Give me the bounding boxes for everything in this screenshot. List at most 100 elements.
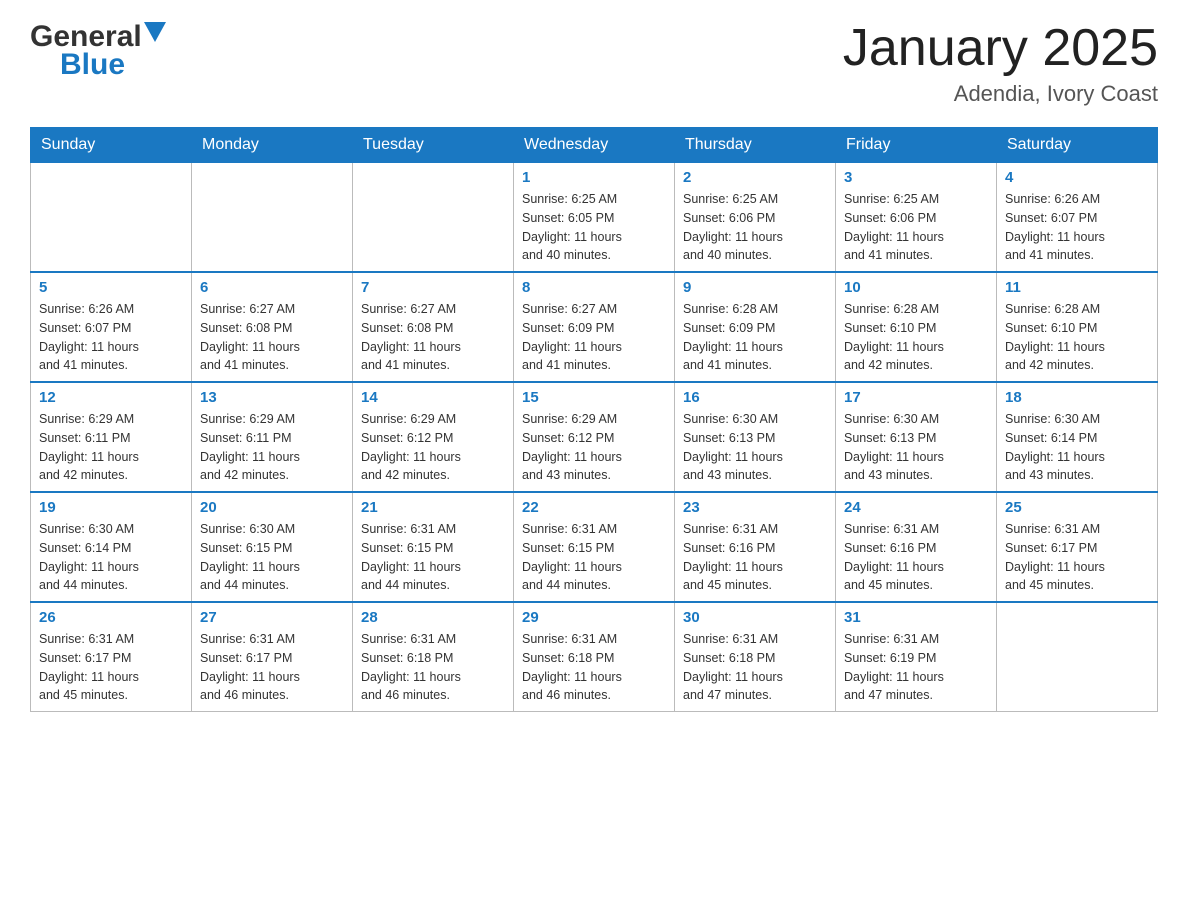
day-info: Sunrise: 6:31 AMSunset: 6:16 PMDaylight:… [683,520,827,595]
day-number: 1 [522,169,666,186]
day-info: Sunrise: 6:31 AMSunset: 6:18 PMDaylight:… [361,630,505,705]
day-number: 28 [361,609,505,626]
day-info: Sunrise: 6:27 AMSunset: 6:08 PMDaylight:… [200,300,344,375]
calendar-cell: 25Sunrise: 6:31 AMSunset: 6:17 PMDayligh… [997,492,1158,602]
calendar-cell: 15 Sunrise: 6:29 AMSunset: 6:12 PMDayligh… [514,382,675,492]
day-number: 31 [844,609,988,626]
day-number: 16 [683,389,827,406]
calendar-week-row: 1 Sunrise: 6:25 AMSunset: 6:05 PMDaylight… [31,163,1158,273]
day-info: Sunrise: 6:30 AMSunset: 6:14 PMDaylight:… [1005,410,1149,485]
calendar-cell: 28 Sunrise: 6:31 AMSunset: 6:18 PMDayligh… [353,602,514,712]
day-number: 30 [683,609,827,626]
calendar-cell: 22Sunrise: 6:31 AMSunset: 6:15 PMDayligh… [514,492,675,602]
day-number: 17 [844,389,988,406]
calendar-cell: 13 Sunrise: 6:29 AMSunset: 6:11 PMDayligh… [192,382,353,492]
day-info: Sunrise: 6:31 AMSunset: 6:18 PMDaylight:… [683,630,827,705]
day-number: 10 [844,279,988,296]
day-number: 24 [844,499,988,516]
day-info: Sunrise: 6:29 AMSunset: 6:12 PMDaylight:… [361,410,505,485]
day-info: Sunrise: 6:29 AMSunset: 6:11 PMDaylight:… [200,410,344,485]
day-number: 14 [361,389,505,406]
calendar-cell: 5 Sunrise: 6:26 AMSunset: 6:07 PMDaylight… [31,272,192,382]
title-block: January 2025 Adendia, Ivory Coast [843,20,1158,107]
day-number: 15 [522,389,666,406]
day-info: Sunrise: 6:25 AMSunset: 6:05 PMDaylight:… [522,190,666,265]
day-number: 13 [200,389,344,406]
day-number: 19 [39,499,183,516]
calendar-week-row: 19 Sunrise: 6:30 AMSunset: 6:14 PMDayligh… [31,492,1158,602]
calendar-cell: 29Sunrise: 6:31 AMSunset: 6:18 PMDayligh… [514,602,675,712]
day-info: Sunrise: 6:30 AMSunset: 6:15 PMDaylight:… [200,520,344,595]
day-number: 9 [683,279,827,296]
calendar-cell: 18Sunrise: 6:30 AMSunset: 6:14 PMDayligh… [997,382,1158,492]
header-tuesday: Tuesday [353,128,514,163]
calendar-cell: 20 Sunrise: 6:30 AMSunset: 6:15 PMDayligh… [192,492,353,602]
calendar-table: SundayMondayTuesdayWednesdayThursdayFrid… [30,127,1158,712]
calendar-cell: 31 Sunrise: 6:31 AMSunset: 6:19 PMDayligh… [836,602,997,712]
calendar-week-row: 12 Sunrise: 6:29 AMSunset: 6:11 PMDayligh… [31,382,1158,492]
calendar-cell [31,163,192,273]
calendar-cell: 17Sunrise: 6:30 AMSunset: 6:13 PMDayligh… [836,382,997,492]
logo-blue: Blue [60,48,125,82]
day-info: Sunrise: 6:31 AMSunset: 6:16 PMDaylight:… [844,520,988,595]
day-number: 20 [200,499,344,516]
calendar-header-row: SundayMondayTuesdayWednesdayThursdayFrid… [31,128,1158,163]
day-info: Sunrise: 6:31 AMSunset: 6:15 PMDaylight:… [522,520,666,595]
calendar-cell: 1 Sunrise: 6:25 AMSunset: 6:05 PMDaylight… [514,163,675,273]
day-info: Sunrise: 6:28 AMSunset: 6:10 PMDaylight:… [1005,300,1149,375]
calendar-cell: 14 Sunrise: 6:29 AMSunset: 6:12 PMDayligh… [353,382,514,492]
calendar-week-row: 5 Sunrise: 6:26 AMSunset: 6:07 PMDaylight… [31,272,1158,382]
calendar-cell: 23 Sunrise: 6:31 AMSunset: 6:16 PMDayligh… [675,492,836,602]
day-info: Sunrise: 6:30 AMSunset: 6:13 PMDaylight:… [683,410,827,485]
calendar-cell: 16 Sunrise: 6:30 AMSunset: 6:13 PMDayligh… [675,382,836,492]
day-info: Sunrise: 6:27 AMSunset: 6:08 PMDaylight:… [361,300,505,375]
calendar-cell: 30 Sunrise: 6:31 AMSunset: 6:18 PMDayligh… [675,602,836,712]
calendar-week-row: 26 Sunrise: 6:31 AMSunset: 6:17 PMDayligh… [31,602,1158,712]
calendar-cell [192,163,353,273]
day-info: Sunrise: 6:31 AMSunset: 6:17 PMDaylight:… [200,630,344,705]
calendar-cell: 21 Sunrise: 6:31 AMSunset: 6:15 PMDayligh… [353,492,514,602]
calendar-cell: 2Sunrise: 6:25 AMSunset: 6:06 PMDaylight… [675,163,836,273]
day-info: Sunrise: 6:31 AMSunset: 6:15 PMDaylight:… [361,520,505,595]
day-number: 5 [39,279,183,296]
day-info: Sunrise: 6:31 AMSunset: 6:17 PMDaylight:… [1005,520,1149,595]
month-title: January 2025 [843,20,1158,77]
day-info: Sunrise: 6:26 AMSunset: 6:07 PMDaylight:… [39,300,183,375]
calendar-cell: 19 Sunrise: 6:30 AMSunset: 6:14 PMDayligh… [31,492,192,602]
day-number: 23 [683,499,827,516]
logo: General Blue [30,20,166,82]
day-number: 26 [39,609,183,626]
day-info: Sunrise: 6:27 AMSunset: 6:09 PMDaylight:… [522,300,666,375]
day-number: 3 [844,169,988,186]
header-friday: Friday [836,128,997,163]
header-sunday: Sunday [31,128,192,163]
day-info: Sunrise: 6:30 AMSunset: 6:14 PMDaylight:… [39,520,183,595]
day-info: Sunrise: 6:28 AMSunset: 6:09 PMDaylight:… [683,300,827,375]
header-thursday: Thursday [675,128,836,163]
calendar-cell: 6Sunrise: 6:27 AMSunset: 6:08 PMDaylight… [192,272,353,382]
day-number: 7 [361,279,505,296]
logo-triangle-icon [144,22,166,42]
header-monday: Monday [192,128,353,163]
day-info: Sunrise: 6:28 AMSunset: 6:10 PMDaylight:… [844,300,988,375]
day-number: 8 [522,279,666,296]
calendar-cell [997,602,1158,712]
day-number: 12 [39,389,183,406]
calendar-cell [353,163,514,273]
day-info: Sunrise: 6:25 AMSunset: 6:06 PMDaylight:… [844,190,988,265]
day-number: 27 [200,609,344,626]
day-number: 21 [361,499,505,516]
calendar-cell: 3 Sunrise: 6:25 AMSunset: 6:06 PMDaylight… [836,163,997,273]
location: Adendia, Ivory Coast [843,81,1158,107]
calendar-cell: 7 Sunrise: 6:27 AMSunset: 6:08 PMDaylight… [353,272,514,382]
day-info: Sunrise: 6:29 AMSunset: 6:12 PMDaylight:… [522,410,666,485]
page-header: General Blue January 2025 Adendia, Ivory… [30,20,1158,107]
day-info: Sunrise: 6:29 AMSunset: 6:11 PMDaylight:… [39,410,183,485]
day-info: Sunrise: 6:26 AMSunset: 6:07 PMDaylight:… [1005,190,1149,265]
day-info: Sunrise: 6:25 AMSunset: 6:06 PMDaylight:… [683,190,827,265]
day-info: Sunrise: 6:31 AMSunset: 6:19 PMDaylight:… [844,630,988,705]
calendar-cell: 4 Sunrise: 6:26 AMSunset: 6:07 PMDaylight… [997,163,1158,273]
calendar-cell: 27 Sunrise: 6:31 AMSunset: 6:17 PMDayligh… [192,602,353,712]
day-number: 4 [1005,169,1149,186]
header-wednesday: Wednesday [514,128,675,163]
